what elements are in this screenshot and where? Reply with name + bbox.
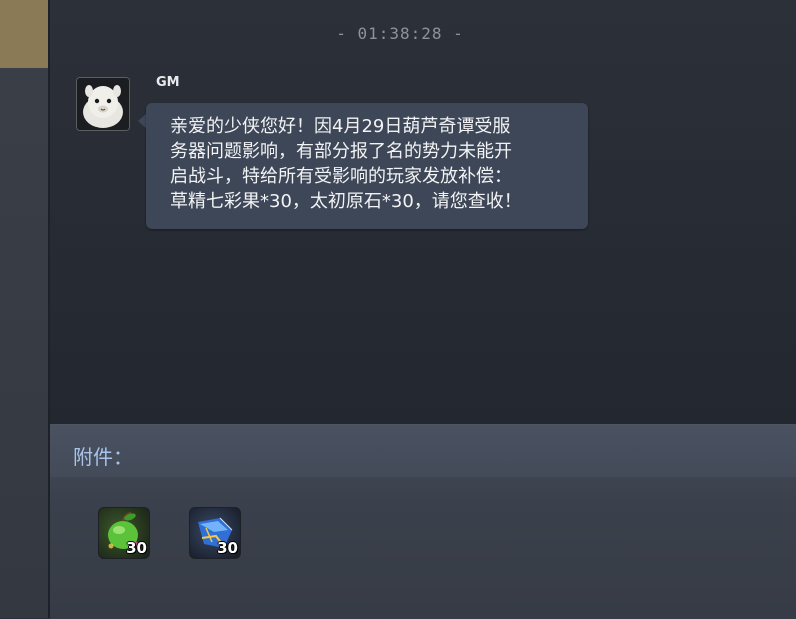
alpaca-avatar-icon bbox=[77, 78, 129, 130]
message-line: 草精七彩果*30，太初原石*30，请您查收！ bbox=[170, 191, 522, 212]
attachment-item-stone[interactable]: 30 bbox=[189, 507, 241, 559]
sender-name: GM bbox=[156, 75, 180, 90]
message-text: 亲爱的少侠您好！因4月29日葫芦奇谭受服 务器问题影响，有部分报了名的势力未能开… bbox=[170, 114, 580, 214]
message-line: 务器问题影响，有部分报了名的势力未能开 bbox=[170, 141, 512, 162]
left-panel-strip bbox=[0, 0, 50, 618]
attachment-label: 附件： bbox=[73, 445, 133, 469]
message-timestamp: - 01:38:28 - bbox=[336, 24, 464, 43]
message-bubble: 亲爱的少侠您好！因4月29日葫芦奇谭受服 务器问题影响，有部分报了名的势力未能开… bbox=[146, 103, 588, 229]
message-line: 亲爱的少侠您好！因4月29日葫芦奇谭受服 bbox=[170, 116, 511, 137]
chat-area: - 01:38:28 - GM 亲爱的少侠您好！因4月29日葫芦奇谭受服 务器问… bbox=[50, 0, 796, 424]
attachment-count: 30 bbox=[217, 539, 238, 557]
attachment-header: 附件： bbox=[50, 425, 796, 477]
attachment-panel: 附件： 30 30 bbox=[50, 424, 796, 619]
message-line: 启战斗，特给所有受影响的玩家发放补偿： bbox=[170, 166, 512, 187]
left-panel-tab[interactable] bbox=[0, 0, 48, 68]
sender-avatar[interactable] bbox=[76, 77, 130, 131]
attachment-item-fruit[interactable]: 30 bbox=[98, 507, 150, 559]
attachment-count: 30 bbox=[126, 539, 147, 557]
